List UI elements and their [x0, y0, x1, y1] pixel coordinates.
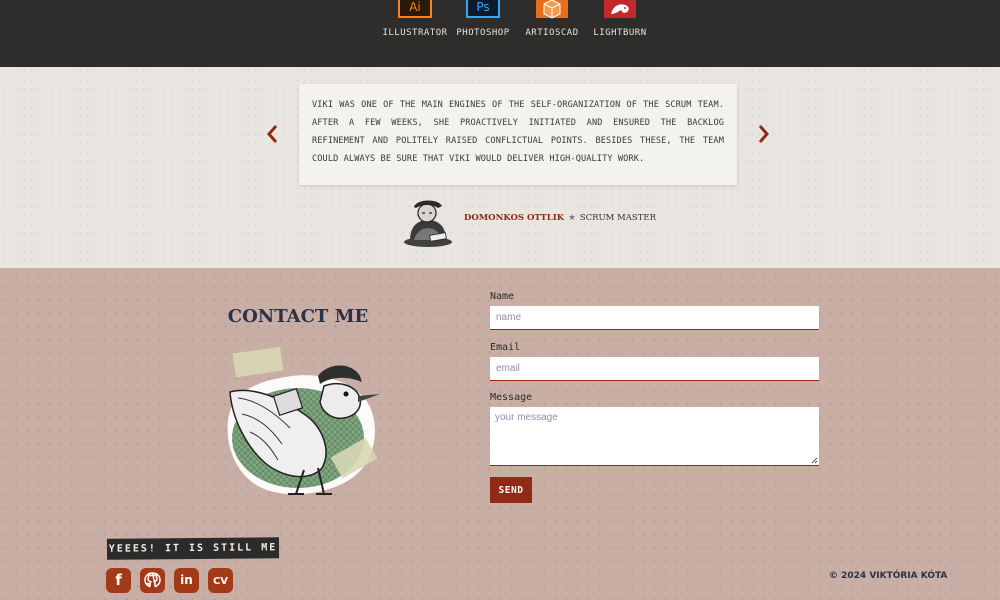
message-label: Message	[490, 392, 533, 403]
star-separator-icon: ★	[568, 213, 576, 223]
testimonial-prev-button[interactable]	[262, 121, 282, 147]
name-label: Name	[490, 291, 515, 302]
adobe-photoshop-icon: Ps	[466, 0, 500, 18]
cv-icon: CV	[212, 576, 229, 587]
adobe-illustrator-icon: Ai	[398, 0, 432, 18]
photoshop-glyph: Ps	[476, 0, 489, 14]
linkedin-icon: in	[180, 573, 193, 587]
illustrator-glyph: Ai	[409, 0, 421, 14]
github-link[interactable]	[140, 568, 165, 593]
cv-link[interactable]: CV	[208, 568, 233, 593]
chevron-left-icon	[267, 125, 278, 143]
author-name: DOMONKOS OTTLIK	[464, 213, 565, 223]
skill-label-lightburn: LIGHTBURN	[593, 28, 647, 38]
linkedin-link[interactable]: in	[174, 568, 199, 593]
testimonial-quote: VIKI WAS ONE OF THE MAIN ENGINES OF THE …	[312, 100, 724, 164]
testimonial-next-button[interactable]	[754, 121, 774, 147]
author-avatar	[404, 200, 452, 247]
contact-title: CONTACT ME	[227, 306, 369, 327]
facebook-icon: f	[115, 571, 122, 589]
send-button[interactable]: SEND	[490, 477, 532, 503]
resize-handle-icon[interactable]	[810, 456, 818, 464]
lightburn-icon	[604, 0, 636, 18]
artioscad-icon	[536, 0, 568, 19]
name-input[interactable]	[490, 306, 819, 330]
skill-label-photoshop: PHOTOSHOP	[456, 28, 510, 38]
bird-illustration	[227, 346, 380, 495]
testimonial-author: DOMONKOS OTTLIK ★ SCRUM MASTER	[464, 213, 656, 223]
chevron-right-icon	[758, 125, 769, 143]
facebook-link[interactable]: f	[106, 568, 131, 593]
testimonial-card: VIKI WAS ONE OF THE MAIN ENGINES OF THE …	[299, 84, 737, 185]
author-role: SCRUM MASTER	[579, 213, 656, 223]
copyright-text: © 2024 VIKTÓRIA KÓTA	[829, 571, 948, 581]
contact-section: CONTACT ME Name Email Message SEND YEEES…	[0, 268, 1000, 600]
message-textarea[interactable]	[490, 407, 819, 466]
email-label: Email	[490, 342, 521, 353]
testimonial-section: VIKI WAS ONE OF THE MAIN ENGINES OF THE …	[0, 67, 1000, 268]
email-input[interactable]	[490, 357, 819, 381]
still-me-tagline: YEEES! IT IS STILL ME	[106, 537, 280, 560]
github-icon	[144, 572, 161, 588]
skills-section: Ai ILLUSTRATOR Ps PHOTOSHOP ARTIOSCAD LI…	[0, 0, 1000, 67]
